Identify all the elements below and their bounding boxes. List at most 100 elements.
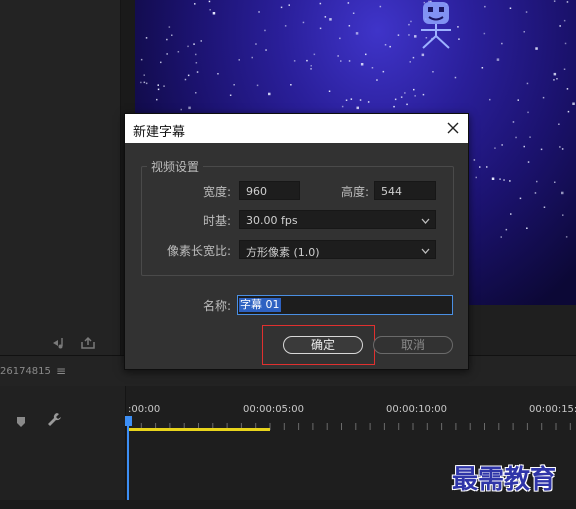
- cancel-button[interactable]: 取消: [373, 336, 453, 354]
- audio-scrub-icon[interactable]: [52, 336, 68, 350]
- star: [561, 191, 564, 195]
- star: [347, 2, 350, 4]
- star: [484, 5, 486, 8]
- star: [229, 94, 232, 96]
- star: [523, 31, 525, 33]
- chevron-down-icon: [421, 218, 430, 224]
- star: [365, 53, 367, 56]
- star: [384, 44, 387, 46]
- star: [529, 136, 531, 138]
- name-input-value: 字幕 01: [239, 298, 281, 312]
- star: [566, 1, 569, 3]
- star: [501, 42, 503, 45]
- star: [184, 78, 187, 81]
- star: [553, 0, 556, 2]
- star: [536, 180, 538, 183]
- star: [510, 213, 512, 215]
- star: [352, 12, 355, 14]
- ok-button[interactable]: 确定: [283, 336, 363, 354]
- pixel-aspect-value: 方形像素 (1.0): [246, 246, 320, 259]
- star: [527, 111, 529, 114]
- star: [517, 99, 519, 101]
- star: [288, 4, 290, 6]
- star: [371, 67, 374, 69]
- star: [212, 12, 216, 15]
- star: [503, 179, 505, 181]
- star: [543, 206, 546, 208]
- star: [324, 16, 327, 18]
- star: [258, 11, 260, 13]
- star: [360, 63, 364, 66]
- star: [393, 105, 395, 108]
- star: [559, 146, 561, 148]
- star: [553, 79, 555, 81]
- timebase-label: 时基:: [202, 214, 231, 228]
- star: [319, 2, 322, 5]
- sequence-menu-icon[interactable]: ≡: [56, 364, 66, 378]
- star: [187, 74, 190, 77]
- star: [483, 32, 486, 35]
- work-area-bar[interactable]: [129, 428, 270, 431]
- star: [572, 102, 575, 105]
- playhead-handle[interactable]: [125, 416, 132, 426]
- star: [200, 40, 202, 42]
- wrench-icon[interactable]: [46, 411, 62, 431]
- star: [329, 18, 332, 21]
- star: [319, 27, 322, 30]
- star: [379, 5, 382, 8]
- star: [280, 6, 283, 9]
- star: [168, 26, 171, 28]
- star: [489, 98, 491, 101]
- star: [251, 56, 253, 59]
- star: [256, 84, 259, 87]
- star: [515, 136, 517, 139]
- star: [339, 37, 341, 40]
- star: [265, 49, 267, 51]
- chevron-down-icon: [421, 248, 430, 254]
- star: [494, 147, 496, 149]
- timebase-value: 30.00 fps: [246, 214, 298, 227]
- height-field[interactable]: 544: [374, 181, 436, 200]
- star: [310, 65, 312, 67]
- star: [535, 47, 538, 50]
- timebase-select[interactable]: 30.00 fps: [239, 210, 436, 229]
- star: [328, 90, 331, 92]
- pixel-aspect-select[interactable]: 方形像素 (1.0): [239, 240, 436, 259]
- star: [140, 81, 142, 84]
- width-field[interactable]: 960: [239, 181, 300, 200]
- close-icon[interactable]: [445, 120, 461, 136]
- dialog-titlebar: 新建字幕: [125, 114, 468, 143]
- star: [481, 67, 484, 69]
- star: [217, 73, 219, 75]
- star: [554, 181, 556, 183]
- star: [209, 9, 211, 11]
- star: [143, 74, 145, 76]
- star: [194, 3, 196, 5]
- star: [171, 34, 173, 36]
- star: [526, 227, 528, 229]
- star: [534, 192, 537, 194]
- star: [337, 55, 339, 57]
- star: [509, 180, 511, 182]
- star: [193, 43, 195, 45]
- star: [140, 58, 143, 61]
- star: [414, 95, 416, 97]
- star: [501, 144, 503, 146]
- star: [567, 110, 570, 113]
- video-character: [413, 0, 473, 64]
- star: [432, 71, 434, 73]
- width-label: 宽度:: [202, 185, 231, 199]
- star: [195, 53, 197, 56]
- star: [177, 51, 180, 53]
- star: [166, 53, 168, 55]
- ruler-label-15s: 00:00:15:: [529, 404, 576, 415]
- name-input[interactable]: 字幕 01: [237, 295, 453, 315]
- marker-icon[interactable]: [16, 413, 26, 432]
- star: [499, 178, 501, 180]
- star: [509, 7, 512, 9]
- star: [356, 106, 359, 110]
- export-frame-icon[interactable]: [80, 336, 96, 350]
- playhead-line[interactable]: [127, 418, 129, 509]
- star: [264, 29, 266, 32]
- star: [145, 82, 148, 85]
